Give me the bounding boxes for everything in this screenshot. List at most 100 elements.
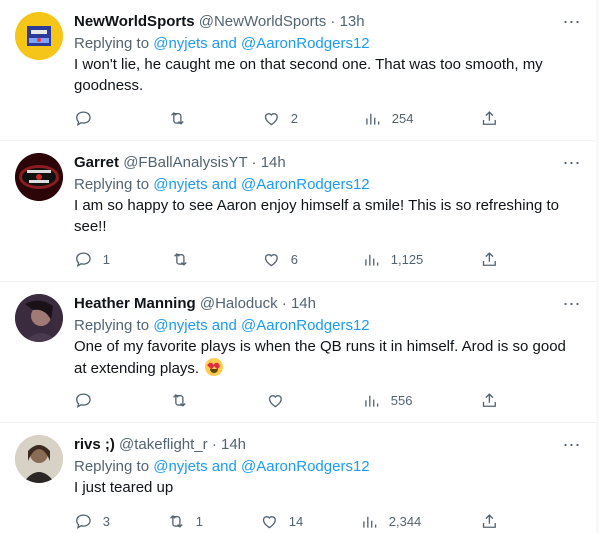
share-button[interactable]: [480, 511, 499, 531]
like-count: 6: [290, 251, 298, 267]
reply-button[interactable]: 1: [74, 249, 110, 269]
replying-targets[interactable]: @nyjets and @AaronRodgers12: [153, 458, 369, 475]
retweet-count: 1: [195, 513, 203, 529]
reply-icon: [76, 111, 91, 126]
profile-photo-icon: [15, 294, 63, 342]
retweet-button[interactable]: [168, 108, 197, 128]
profile-photo-icon: [15, 435, 63, 483]
display-name[interactable]: Heather Manning: [74, 295, 196, 312]
avatar[interactable]: [15, 12, 63, 60]
replying-targets[interactable]: @nyjets and @AaronRodgers12: [153, 176, 369, 193]
replying-to: Replying to @nyjets and @AaronRodgers12: [74, 315, 370, 337]
user-handle[interactable]: @FBallAnalysisYT: [123, 154, 247, 171]
retweet-icon: [170, 514, 183, 528]
share-button[interactable]: [480, 108, 499, 128]
display-name[interactable]: rivs ;): [74, 436, 115, 453]
avatar[interactable]: [15, 294, 63, 342]
retweet-button[interactable]: [170, 390, 199, 410]
reply-button[interactable]: [74, 108, 103, 128]
views-button[interactable]: 1,125: [362, 249, 423, 269]
view-count: 2,344: [388, 513, 422, 529]
reply-feed: NewWorldSports @NewWorldSports · 13h ⋯ R…: [0, 0, 599, 533]
timestamp[interactable]: 14h: [221, 436, 246, 453]
like-button[interactable]: 2: [262, 108, 298, 128]
replying-targets[interactable]: @nyjets and @AaronRodgers12: [153, 35, 369, 52]
reply-icon: [76, 252, 91, 267]
like-count: 2: [290, 110, 298, 126]
tweet-header: Garret @FBallAnalysisYT · 14h: [74, 152, 536, 174]
action-bar: 1 6 1,125: [74, 249, 514, 269]
tweet-text: I won't lie, he caught me on that second…: [74, 56, 543, 94]
user-handle[interactable]: @takeflight_r: [119, 436, 208, 453]
retweet-button[interactable]: 1: [167, 511, 203, 531]
user-handle[interactable]: @Haloduck: [200, 295, 278, 312]
heart-eyes-emoji-icon: [205, 357, 224, 376]
view-count: 556: [390, 392, 413, 408]
view-count: 1,125: [390, 251, 424, 267]
tweet-text: I just teared up: [74, 479, 174, 496]
heart-icon: [264, 112, 278, 126]
share-icon: [482, 392, 496, 407]
separator-dot: ·: [251, 154, 257, 171]
action-bar: 3 1 14 2,344: [74, 511, 514, 531]
more-options-icon[interactable]: ⋯: [560, 11, 582, 33]
avatar[interactable]: [15, 153, 63, 201]
replying-to: Replying to @nyjets and @AaronRodgers12: [74, 456, 370, 478]
replying-prefix: Replying to: [74, 176, 150, 193]
heart-icon: [268, 394, 282, 408]
reply-button[interactable]: [74, 390, 103, 410]
separator-dot: ·: [330, 13, 336, 30]
reply-tweet[interactable]: NewWorldSports @NewWorldSports · 13h ⋯ R…: [0, 0, 596, 141]
more-options-icon[interactable]: ⋯: [560, 152, 582, 174]
timestamp[interactable]: 13h: [340, 13, 365, 30]
retweet-icon: [173, 393, 186, 407]
replying-prefix: Replying to: [74, 317, 150, 334]
replying-targets[interactable]: @nyjets and @AaronRodgers12: [153, 317, 369, 334]
replying-to: Replying to @nyjets and @AaronRodgers12: [74, 174, 370, 196]
retweet-icon: [174, 252, 187, 266]
separator-dot: ·: [281, 295, 287, 312]
reply-button[interactable]: 3: [74, 511, 110, 531]
views-button[interactable]: 2,344: [360, 511, 421, 531]
share-button[interactable]: [480, 390, 499, 410]
tweet-text: I am so happy to see Aaron enjoy himself…: [74, 197, 559, 235]
like-count: 14: [288, 513, 304, 529]
replying-prefix: Replying to: [74, 35, 150, 52]
display-name[interactable]: NewWorldSports: [74, 13, 195, 30]
like-button[interactable]: [266, 390, 295, 410]
analytics-icon: [366, 113, 380, 125]
reply-tweet[interactable]: Garret @FBallAnalysisYT · 14h ⋯ Replying…: [0, 141, 596, 282]
reply-count: 3: [102, 513, 110, 529]
display-name[interactable]: Garret: [74, 154, 119, 171]
tweet-text: One of my favorite plays is when the QB …: [74, 337, 579, 379]
user-handle[interactable]: @NewWorldSports: [199, 13, 327, 30]
retweet-button[interactable]: [171, 249, 200, 269]
tweet-text-body: One of my favorite plays is when the QB …: [74, 338, 566, 377]
like-button[interactable]: 6: [262, 249, 298, 269]
views-button[interactable]: 254: [363, 108, 413, 128]
heart-icon: [264, 253, 278, 267]
like-button[interactable]: 14: [260, 511, 303, 531]
reply-icon: [76, 393, 91, 408]
reply-tweet[interactable]: Heather Manning @Haloduck · 14h ⋯ Replyi…: [0, 282, 596, 423]
analytics-icon: [365, 395, 379, 407]
action-bar: 2 254: [74, 108, 514, 128]
timestamp[interactable]: 14h: [261, 154, 286, 171]
avatar[interactable]: [15, 435, 63, 483]
more-options-icon[interactable]: ⋯: [560, 293, 582, 315]
reply-count: 1: [102, 251, 110, 267]
replying-to: Replying to @nyjets and @AaronRodgers12: [74, 33, 370, 55]
timestamp[interactable]: 14h: [291, 295, 316, 312]
view-count: 254: [391, 110, 414, 126]
views-button[interactable]: 556: [362, 390, 412, 410]
reply-tweet[interactable]: rivs ;) @takeflight_r · 14h ⋯ Replying t…: [0, 423, 596, 533]
more-options-icon[interactable]: ⋯: [560, 434, 582, 456]
replying-prefix: Replying to: [74, 458, 150, 475]
tweet-header: rivs ;) @takeflight_r · 14h: [74, 434, 536, 456]
analytics-icon: [365, 254, 379, 266]
action-bar: 556: [74, 390, 514, 410]
reply-icon: [76, 514, 91, 529]
newworldsports-logo-icon: [15, 12, 63, 60]
tweet-header: NewWorldSports @NewWorldSports · 13h: [74, 11, 536, 33]
share-button[interactable]: [480, 249, 499, 269]
